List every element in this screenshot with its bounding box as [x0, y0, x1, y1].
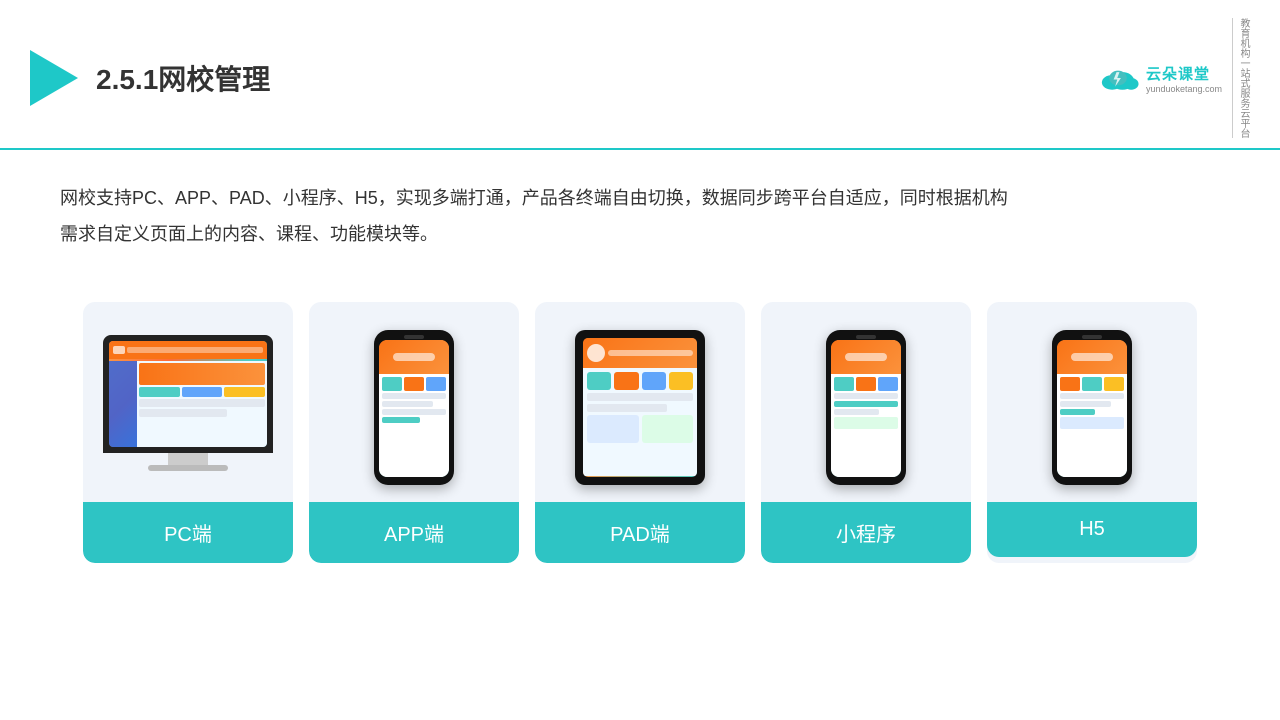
- pc-base: [148, 465, 228, 471]
- card-miniprogram-image: [761, 302, 971, 502]
- description-paragraph: 网校支持PC、APP、PAD、小程序、H5，实现多端打通，产品各终端自由切换，数…: [60, 180, 1220, 216]
- card-pad: PAD端: [535, 302, 745, 563]
- brand-tagline: 教育机构一站式服务云平台: [1232, 18, 1250, 138]
- card-h5: H5: [987, 302, 1197, 563]
- card-pad-label: PAD端: [535, 502, 745, 563]
- logo-triangle-icon: [30, 50, 78, 106]
- card-miniprogram: 小程序: [761, 302, 971, 563]
- card-pc-image: [83, 302, 293, 502]
- description-paragraph-2: 需求自定义页面上的内容、课程、功能模块等。: [60, 216, 1220, 252]
- header-right: 云朵课堂 yunduoketang.com 教育机构一站式服务云平台: [1096, 18, 1250, 138]
- cloud-icon: [1096, 63, 1140, 93]
- brand-url: yunduoketang.com: [1146, 84, 1222, 94]
- h5-phone-mockup: [1052, 330, 1132, 485]
- card-pc-label: PC端: [83, 502, 293, 563]
- card-h5-image: [987, 302, 1197, 502]
- header-left: 2.5.1网校管理: [30, 50, 270, 106]
- header: 2.5.1网校管理 云朵课堂 yunduoketang.com 教育机构一站式服…: [0, 0, 1280, 150]
- brand-logo: 云朵课堂 yunduoketang.com 教育机构一站式服务云平台: [1096, 18, 1250, 138]
- pc-screen-inner: [109, 341, 267, 447]
- card-pad-image: [535, 302, 745, 502]
- card-miniprogram-label: 小程序: [761, 502, 971, 563]
- card-app: APP端: [309, 302, 519, 563]
- card-app-image: [309, 302, 519, 502]
- brand-text-block: 云朵课堂 yunduoketang.com: [1146, 63, 1222, 94]
- app-phone-screen: [379, 340, 449, 477]
- miniprogram-phone-screen: [831, 340, 901, 477]
- h5-phone-screen: [1057, 340, 1127, 477]
- pad-tablet-screen: [583, 338, 697, 477]
- app-phone-mockup: [374, 330, 454, 485]
- miniprogram-phone-mockup: [826, 330, 906, 485]
- card-pc: PC端: [83, 302, 293, 563]
- pc-screen-outer: [103, 335, 273, 453]
- pc-mockup: [103, 335, 273, 480]
- card-h5-label: H5: [987, 502, 1197, 557]
- card-app-label: APP端: [309, 502, 519, 563]
- description-text: 网校支持PC、APP、PAD、小程序、H5，实现多端打通，产品各终端自由切换，数…: [0, 150, 1280, 272]
- pc-neck: [168, 453, 208, 465]
- pad-tablet-mockup: [575, 330, 705, 485]
- page-title: 2.5.1网校管理: [96, 58, 270, 98]
- cards-container: PC端: [0, 282, 1280, 583]
- brand-name: 云朵课堂: [1146, 63, 1210, 84]
